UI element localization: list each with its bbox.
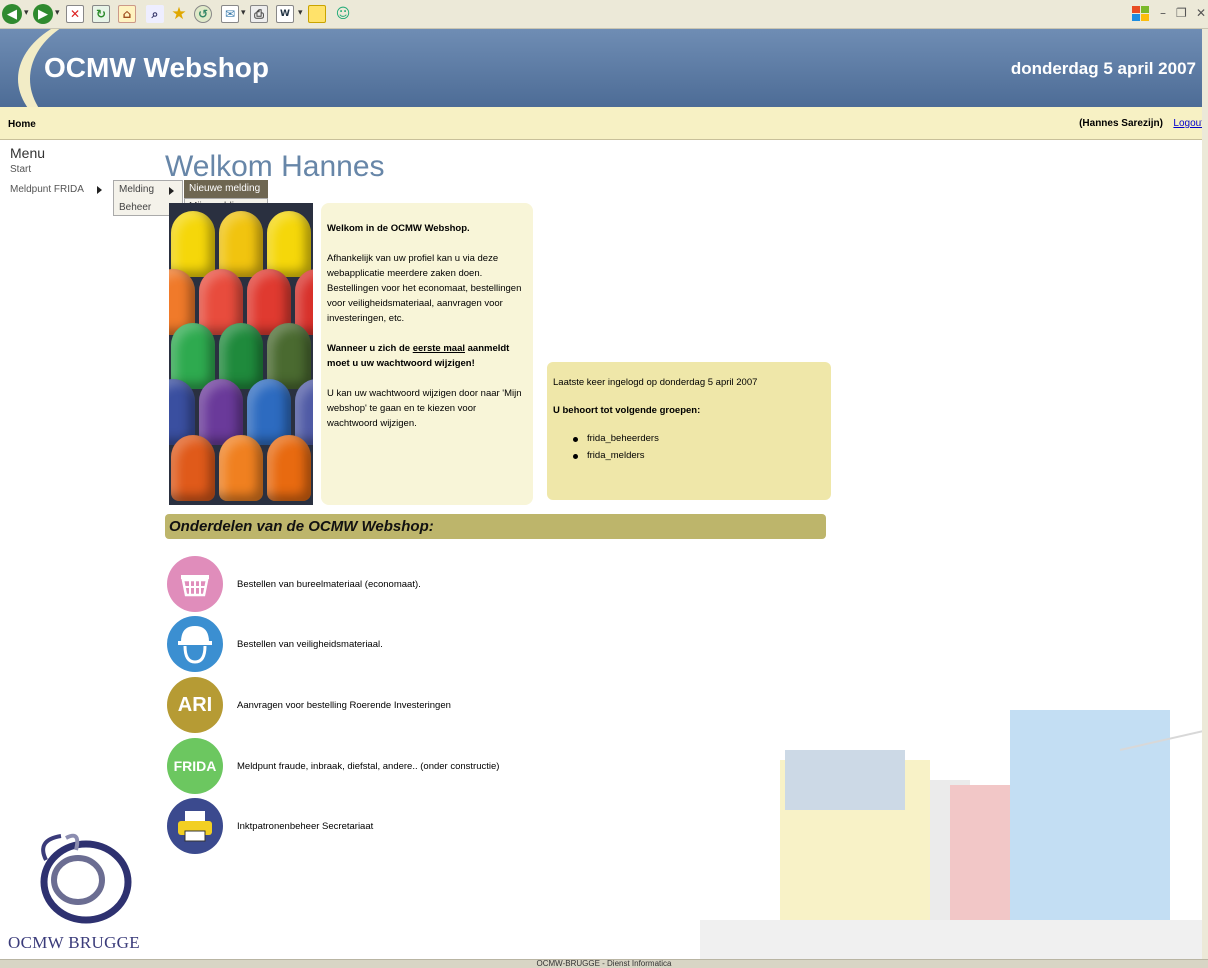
- service-label[interactable]: Meldpunt fraude, inbraak, diefstal, ande…: [237, 761, 499, 772]
- service-label[interactable]: Aanvragen voor bestelling Roerende Inves…: [237, 700, 451, 711]
- submenu-item-melding[interactable]: Melding: [119, 184, 154, 195]
- last-login-text: Laatste keer ingelogd op donderdag 5 apr…: [553, 377, 758, 388]
- edit-dropdown-icon[interactable]: ▾: [298, 8, 308, 18]
- notes-icon[interactable]: [308, 4, 326, 24]
- basket-icon[interactable]: [167, 556, 223, 612]
- helmet-icon[interactable]: [167, 616, 223, 672]
- frida-icon[interactable]: FRIDA: [167, 738, 223, 794]
- service-economaat[interactable]: Bestellen van bureelmateriaal (economaat…: [167, 556, 667, 612]
- groups-list: frida_beheerders frida_melders: [553, 432, 825, 463]
- home-link[interactable]: Home: [8, 119, 36, 130]
- section-header: Onderdelen van de OCMW Webshop:: [165, 514, 826, 539]
- mail-icon[interactable]: ✉: [221, 4, 239, 24]
- messenger-icon[interactable]: ☺: [334, 4, 352, 24]
- minimize-icon[interactable]: –: [1160, 6, 1166, 20]
- edit-icon[interactable]: W: [276, 4, 294, 24]
- intro-text: Afhankelijk van uw profiel kan u via dez…: [327, 253, 522, 324]
- building-background-image: [700, 710, 1208, 960]
- login-info-panel: Laatste keer ingelogd op donderdag 5 apr…: [547, 362, 831, 500]
- history-icon[interactable]: ↺: [194, 4, 212, 24]
- site-title: OCMW Webshop: [44, 52, 270, 83]
- nav-bar: Home (Hannes Sarezijn) Logout: [0, 107, 1208, 140]
- forward-icon[interactable]: ▶: [33, 4, 53, 24]
- windows-logo-icon: [1131, 4, 1151, 24]
- service-inktpatronen[interactable]: Inktpatronenbeheer Secretariaat: [167, 798, 667, 854]
- logout-link[interactable]: Logout: [1173, 118, 1204, 129]
- password-warning: Wanneer u zich de eerste maal aanmeldt m…: [327, 341, 527, 371]
- back-icon[interactable]: ◀: [2, 4, 22, 24]
- group-item: frida_melders: [573, 449, 825, 463]
- refresh-icon[interactable]: ↻: [92, 4, 110, 24]
- submenu-arrow-icon: [169, 187, 174, 195]
- restore-icon[interactable]: ❐: [1176, 6, 1187, 20]
- group-item: frida_beheerders: [573, 432, 825, 446]
- favorites-icon[interactable]: ★: [170, 4, 188, 24]
- current-user: (Hannes Sarezijn): [1079, 118, 1163, 129]
- home-icon[interactable]: ⌂: [118, 4, 136, 24]
- search-icon[interactable]: ⌕: [146, 4, 164, 24]
- footer-text: OCMW-BRUGGE - Dienst Informatica: [536, 959, 672, 968]
- menu-item-meldpunt-frida[interactable]: Meldpunt FRIDA: [10, 184, 84, 195]
- warning-emphasis: eerste maal: [412, 343, 465, 354]
- logo-text: OCMW BRUGGE: [8, 933, 140, 952]
- service-veiligheid[interactable]: Bestellen van veiligheidsmateriaal.: [167, 616, 667, 672]
- menu-item-start[interactable]: Start: [10, 164, 31, 175]
- forward-dropdown-icon[interactable]: ▾: [55, 8, 65, 18]
- page-title: Welkom Hannes: [165, 150, 385, 183]
- menu-title: Menu: [10, 145, 46, 161]
- service-frida[interactable]: FRIDA Meldpunt fraude, inbraak, diefstal…: [167, 738, 667, 794]
- print-icon[interactable]: ⎙: [250, 4, 268, 24]
- printer-icon[interactable]: [167, 798, 223, 854]
- intro-panel: Welkom in de OCMW Webshop. Afhankelijk v…: [321, 203, 533, 505]
- stop-icon[interactable]: ✕: [66, 4, 84, 24]
- status-bar: OCMW-BRUGGE - Dienst Informatica: [0, 959, 1208, 968]
- password-instructions: U kan uw wachtwoord wijzigen door naar '…: [327, 388, 522, 429]
- vertical-scrollbar[interactable]: [1202, 29, 1208, 959]
- header-date: donderdag 5 april 2007: [1010, 59, 1196, 78]
- groups-title: U behoort tot volgende groepen:: [553, 405, 701, 416]
- close-icon[interactable]: ✕: [1196, 6, 1206, 20]
- service-label[interactable]: Bestellen van veiligheidsmateriaal.: [237, 639, 383, 650]
- site-header: OCMW Webshop donderdag 5 april 2007: [0, 29, 1208, 107]
- service-label[interactable]: Bestellen van bureelmateriaal (economaat…: [237, 579, 421, 590]
- service-ari[interactable]: ARI Aanvragen voor bestelling Roerende I…: [167, 677, 667, 733]
- ari-icon[interactable]: ARI: [167, 677, 223, 733]
- browser-toolbar: ◀ ▾ ▶ ▾ ✕ ↻ ⌂ ⌕ ★ ↺ ✉ ▾ ⎙ W ▾ ☺ – ❐ ✕: [0, 0, 1208, 29]
- submenu-item-beheer[interactable]: Beheer: [119, 202, 151, 213]
- warning-text: Wanneer u zich de: [327, 343, 413, 354]
- intro-heading: Welkom in de OCMW Webshop.: [327, 223, 470, 234]
- crayons-image: [169, 203, 313, 505]
- service-label[interactable]: Inktpatronenbeheer Secretariaat: [237, 821, 373, 832]
- submenu-arrow-icon: [97, 186, 102, 194]
